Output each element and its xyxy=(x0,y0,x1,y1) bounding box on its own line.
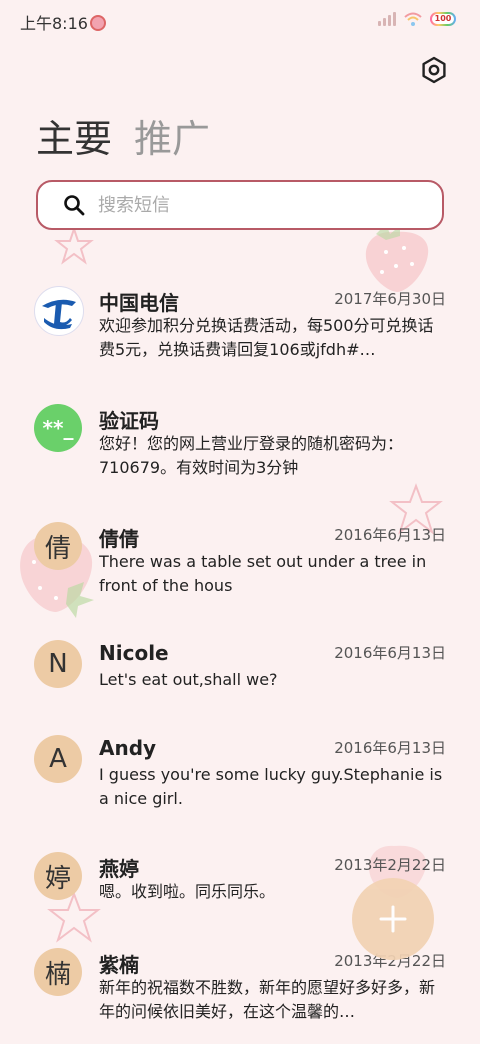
message-preview: 欢迎参加积分兑换话费活动，每500分可兑换话费5元，兑换话费请回复106或jfd… xyxy=(99,316,434,359)
emoji-icon xyxy=(89,15,106,31)
message-preview: 新年的祝福数不胜数，新年的愿望好多好多，新年的问候依旧美好，在这个温馨的… xyxy=(99,978,436,1021)
message-preview: Let's eat out,shall we? xyxy=(99,670,278,689)
message-preview: I guess you're some lucky guy.Stephanie … xyxy=(99,765,443,808)
sender-name: Andy xyxy=(99,736,157,760)
avatar: 婷 xyxy=(34,852,82,900)
tab-bar: 主要 推广 xyxy=(36,114,210,164)
battery-icon: 100 xyxy=(430,12,456,26)
list-item[interactable]: 中国电信 2017年6月30日 欢迎参加积分兑换话费活动，每500分可兑换话费5… xyxy=(0,282,480,382)
avatar: 倩 xyxy=(34,522,82,570)
plus-icon xyxy=(379,905,407,933)
china-telecom-logo-icon xyxy=(37,289,81,333)
sender-name: 倩倩 xyxy=(99,527,139,551)
list-item[interactable]: 倩 倩倩 2016年6月13日 There was a table set ou… xyxy=(0,518,480,618)
signal-icon xyxy=(378,12,396,26)
star-decoration-icon xyxy=(54,226,94,265)
new-message-button[interactable] xyxy=(352,878,434,960)
message-date: 2013年2月22日 xyxy=(334,856,446,874)
status-icons: 100 xyxy=(378,12,456,26)
sender-name: Nicole xyxy=(99,641,169,665)
list-item[interactable]: N Nicole 2016年6月13日 Let's eat out,shall … xyxy=(0,636,480,716)
status-bar: 上午8:16 100 xyxy=(0,0,480,40)
search-bar[interactable] xyxy=(36,180,444,230)
settings-button[interactable] xyxy=(418,54,450,86)
avatar: A xyxy=(34,735,82,783)
message-preview: 您好！您的网上营业厅登录的随机密码为：710679。有效时间为3分钟 xyxy=(99,434,404,477)
list-item[interactable]: 楠 紫楠 2013年2月22日 新年的祝福数不胜数，新年的愿望好多好多，新年的问… xyxy=(0,944,480,1044)
search-input[interactable] xyxy=(96,193,420,217)
message-date: 2017年6月30日 xyxy=(334,290,446,308)
avatar: 楠 xyxy=(34,948,82,996)
message-date: 2016年6月13日 xyxy=(334,526,446,544)
message-preview: There was a table set out under a tree i… xyxy=(99,552,427,595)
tab-promotions[interactable]: 推广 xyxy=(134,114,210,164)
wifi-icon xyxy=(404,12,422,26)
search-icon xyxy=(64,195,85,216)
avatar: **_ xyxy=(34,404,82,452)
tab-primary[interactable]: 主要 xyxy=(36,114,112,164)
sender-name: 燕婷 xyxy=(99,857,139,881)
avatar xyxy=(34,286,84,336)
sender-name: 紫楠 xyxy=(99,953,139,977)
status-time: 上午8:16 xyxy=(20,10,106,34)
gear-icon xyxy=(422,56,446,84)
clock-text: 上午8:16 xyxy=(20,14,88,33)
list-item[interactable]: A Andy 2016年6月13日 I guess you're some lu… xyxy=(0,731,480,831)
avatar: N xyxy=(34,640,82,688)
battery-level: 100 xyxy=(432,14,454,24)
list-item[interactable]: **_ 验证码 您好！您的网上营业厅登录的随机密码为：710679。有效时间为3… xyxy=(0,400,480,500)
sender-name: 中国电信 xyxy=(99,291,179,315)
sender-name: 验证码 xyxy=(99,409,159,433)
message-date: 2016年6月13日 xyxy=(334,644,446,662)
message-date: 2016年6月13日 xyxy=(334,739,446,757)
